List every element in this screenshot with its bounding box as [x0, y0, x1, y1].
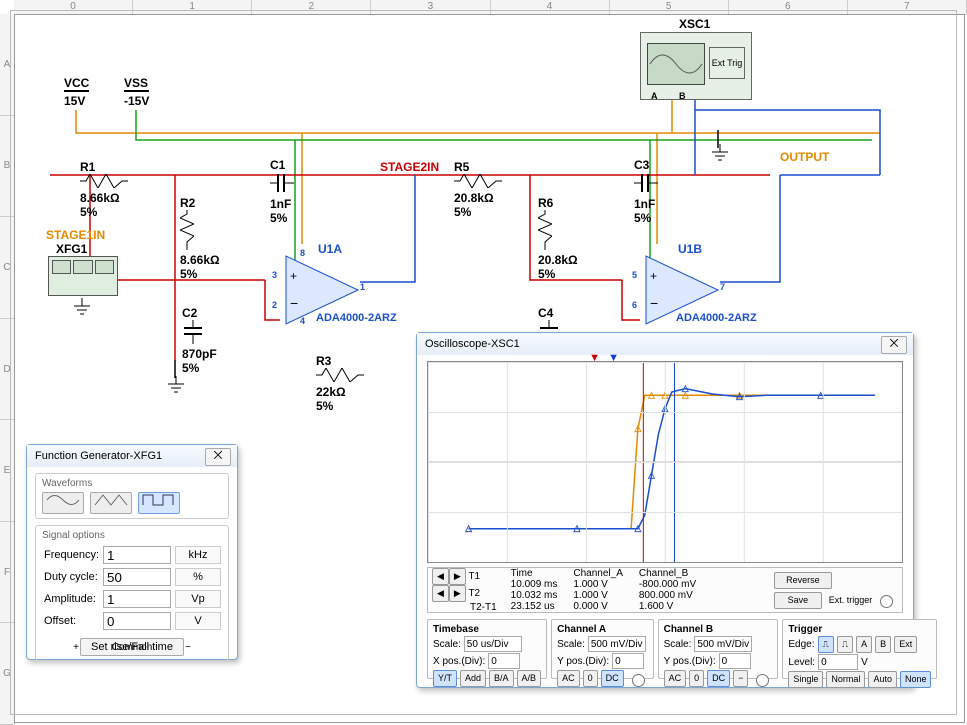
cha-dc[interactable]: DC	[601, 670, 624, 687]
wave-sine-button[interactable]	[42, 492, 84, 514]
cha-ypos[interactable]	[612, 653, 644, 669]
wave-triangle-button[interactable]	[90, 492, 132, 514]
scope-readout: ◀▶ T1 ◀▶ T2 T2-T1 TimeChannel_AChannel_B…	[427, 567, 903, 613]
channel-b-group: Channel B Scale: Y pos.(Div): AC 0 DC −	[658, 619, 779, 679]
scope-screen	[647, 43, 705, 85]
u1b[interactable]: +− U1B ADA4000-2ARZ 5 6 7	[636, 250, 726, 330]
chb-ac[interactable]: AC	[664, 670, 687, 687]
trig-auto[interactable]: Auto	[868, 671, 897, 688]
timebase-scale[interactable]	[464, 636, 522, 652]
vss-label: VSS -15V	[124, 76, 149, 108]
offset-input[interactable]	[103, 612, 171, 630]
cursor-t2-icon[interactable]: ▼	[608, 352, 619, 364]
trig-single[interactable]: Single	[788, 671, 823, 688]
ext-trigger-radio[interactable]	[880, 595, 893, 608]
svg-text:−: −	[290, 295, 298, 311]
cha-zero[interactable]: 0	[583, 670, 598, 687]
amplitude-unit[interactable]: Vp	[175, 590, 221, 608]
r6[interactable]: R6 20.8kΩ5%	[538, 196, 578, 281]
svg-text:+: +	[290, 269, 297, 283]
net-stage2in: STAGE2IN	[380, 160, 439, 174]
chb-dc[interactable]: DC	[707, 670, 730, 687]
ground-icon	[710, 144, 730, 162]
add-button[interactable]: Add	[460, 670, 486, 687]
wave-square-button[interactable]	[138, 492, 180, 514]
function-generator-panel[interactable]: Function Generator-XFG1 ⨉ Waveforms Sign…	[26, 444, 238, 660]
close-button[interactable]: ⨉	[205, 448, 231, 466]
t1-left[interactable]: ◀	[432, 568, 449, 585]
vcc-label: VCC 15V	[64, 76, 89, 108]
cha-ac[interactable]: AC	[557, 670, 580, 687]
svg-text:+: +	[650, 269, 657, 283]
scope-ext-trig: Ext Trig	[709, 47, 745, 79]
ground-icon	[166, 376, 186, 394]
timebase-group: Timebase Scale: X pos.(Div): Y/T Add B/A…	[427, 619, 547, 679]
trig-a[interactable]: A	[856, 636, 872, 653]
cha-scale[interactable]	[588, 636, 646, 652]
t2-left[interactable]: ◀	[432, 585, 449, 602]
chb-minus[interactable]: −	[733, 670, 748, 687]
amplitude-input[interactable]	[103, 590, 171, 608]
c1[interactable]: C1 1nF5%	[270, 158, 294, 225]
chb-zero[interactable]: 0	[689, 670, 704, 687]
os-title: Oscilloscope-XSC1	[417, 333, 913, 355]
r1[interactable]: R1 8.66kΩ5%	[80, 160, 128, 219]
reverse-button[interactable]: Reverse	[774, 572, 832, 589]
u1a[interactable]: +− U1A ADA4000-2ARZ 3 2 1 8 4	[276, 250, 366, 330]
t1-right[interactable]: ▶	[449, 568, 466, 585]
trig-ext[interactable]: Ext	[894, 636, 917, 653]
svg-text:−: −	[650, 295, 658, 311]
c2[interactable]: C2 870pF5%	[182, 306, 217, 375]
channel-a-group: Channel A Scale: Y pos.(Div): AC 0 DC	[551, 619, 654, 679]
c3[interactable]: C3 1nF5%	[634, 158, 658, 225]
chb-ypos[interactable]	[719, 653, 751, 669]
cha-color-radio[interactable]	[632, 674, 645, 687]
save-button[interactable]: Save	[774, 592, 822, 609]
t2-right[interactable]: ▶	[449, 585, 466, 602]
yt-button[interactable]: Y/T	[433, 670, 457, 687]
trig-level[interactable]	[818, 654, 858, 670]
scope-plot[interactable]: ▼ ▼	[427, 361, 903, 563]
timebase-xpos[interactable]	[488, 653, 520, 669]
frequency-unit[interactable]: kHz	[175, 546, 221, 564]
r5[interactable]: R5 20.8kΩ5%	[454, 160, 502, 219]
net-stage1in: STAGE1IN	[46, 228, 105, 242]
oscilloscope-panel[interactable]: Oscilloscope-XSC1 ⨉ ▼ ▼ ◀▶ T1 ◀▶ T2 T2-T…	[416, 332, 914, 688]
duty-input[interactable]	[103, 568, 171, 586]
xfg1-refdes: XFG1	[56, 242, 87, 256]
ba-button[interactable]: B/A	[489, 670, 514, 687]
trig-b[interactable]: B	[875, 636, 891, 653]
close-button[interactable]: ⨉	[881, 336, 907, 354]
trig-normal[interactable]: Normal	[826, 671, 865, 688]
oscilloscope-instrument[interactable]: XSC1 Ext Trig A B	[640, 32, 752, 100]
ab-button[interactable]: A/B	[517, 670, 542, 687]
frequency-input[interactable]	[103, 546, 171, 564]
chb-scale[interactable]	[694, 636, 752, 652]
edge-fall[interactable]: ⎍	[837, 636, 853, 653]
scope-refdes: XSC1	[679, 17, 710, 31]
r3[interactable]: R3 22kΩ5%	[316, 354, 364, 413]
function-generator-instrument[interactable]	[48, 256, 118, 296]
cursor-t1-icon[interactable]: ▼	[589, 352, 600, 364]
r2[interactable]: R2 8.66kΩ5%	[180, 196, 220, 281]
edge-rise[interactable]: ⎍	[818, 636, 834, 653]
net-output: OUTPUT	[780, 150, 829, 164]
trig-none[interactable]: None	[900, 671, 932, 688]
trigger-group: Trigger Edge: ⎍ ⎍ A B Ext Level:V Single…	[782, 619, 937, 679]
ground-icon	[72, 298, 92, 316]
chb-color-radio[interactable]	[756, 674, 769, 687]
schematic-canvas[interactable]: 01234567 ABCDEFG	[0, 0, 967, 725]
